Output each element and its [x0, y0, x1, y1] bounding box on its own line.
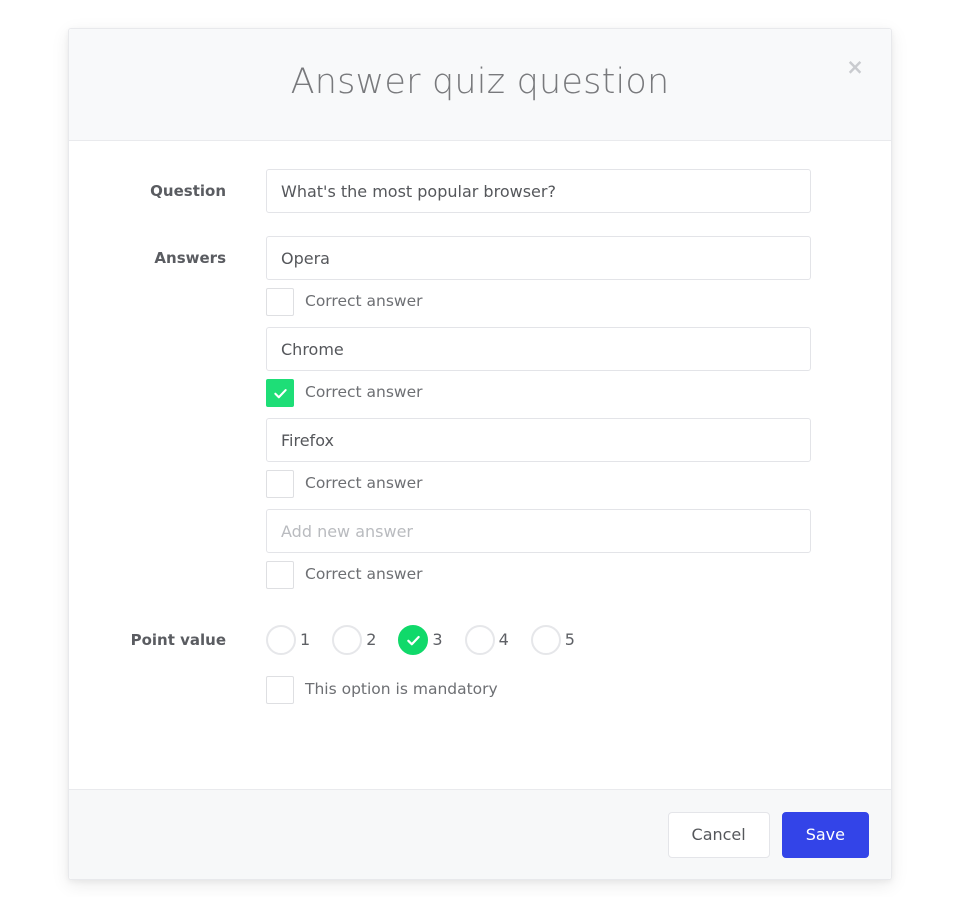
point-value-radio-group: 1 2 3 4 5: [266, 618, 850, 662]
mandatory-row[interactable]: This option is mandatory: [266, 676, 850, 704]
point-value-option-5[interactable]: 5: [530, 625, 575, 655]
answer-item: Correct answer: [266, 509, 850, 589]
question-row: Question: [69, 141, 891, 213]
correct-answer-label-4: Correct answer: [305, 565, 423, 584]
radio-icon-5[interactable]: [530, 625, 561, 655]
point-value-option-4[interactable]: 4: [464, 625, 509, 655]
correct-answer-row-2[interactable]: Correct answer: [266, 379, 850, 407]
correct-answer-checkbox-1[interactable]: [266, 288, 294, 316]
page-background: Answer quiz question × Question Answers: [0, 0, 960, 897]
save-button[interactable]: Save: [781, 811, 869, 858]
correct-answer-row-4[interactable]: Correct answer: [266, 561, 850, 589]
check-icon: [407, 635, 420, 645]
correct-answer-row-3[interactable]: Correct answer: [266, 470, 850, 498]
mandatory-label: This option is mandatory: [305, 680, 498, 699]
cancel-button[interactable]: Cancel: [667, 811, 770, 858]
question-control: [266, 169, 891, 213]
dialog-footer: Cancel Save: [69, 789, 891, 879]
point-value-row: Point value 1 2 3 4 5 This option is man…: [69, 589, 891, 704]
correct-answer-checkbox-3[interactable]: [266, 470, 294, 498]
correct-answer-checkbox-4[interactable]: [266, 561, 294, 589]
answer-item: Correct answer: [266, 236, 850, 316]
close-icon[interactable]: ×: [841, 53, 869, 81]
answer-quiz-question-dialog: Answer quiz question × Question Answers: [68, 28, 892, 880]
answer-input-3[interactable]: [266, 418, 811, 462]
answer-item: Correct answer: [266, 327, 850, 407]
point-value-option-label-5: 5: [564, 630, 575, 649]
dialog-body: Question Answers: [69, 141, 891, 789]
question-input[interactable]: [266, 169, 811, 213]
check-icon: [273, 388, 287, 398]
point-value-option-2[interactable]: 2: [332, 625, 376, 655]
point-value-option-label-3: 3: [432, 630, 443, 649]
dialog-header: Answer quiz question ×: [69, 29, 891, 141]
correct-answer-label-1: Correct answer: [305, 292, 423, 311]
radio-icon-1[interactable]: [266, 625, 296, 655]
point-value-option-1[interactable]: 1: [266, 625, 310, 655]
radio-icon-3[interactable]: [398, 625, 429, 655]
point-value-option-label-4: 4: [498, 630, 509, 649]
answers-row: Answers Correct answer: [69, 213, 891, 589]
radio-icon-2[interactable]: [332, 625, 363, 655]
radio-icon-4[interactable]: [464, 625, 495, 655]
answers-control: Correct answer Correct answer: [266, 236, 891, 589]
correct-answer-row-1[interactable]: Correct answer: [266, 288, 850, 316]
add-new-answer-input[interactable]: [266, 509, 811, 553]
correct-answer-label-2: Correct answer: [305, 383, 423, 402]
point-value-option-label-2: 2: [366, 630, 377, 649]
point-value-option-3[interactable]: 3: [398, 625, 443, 655]
answer-item: Correct answer: [266, 418, 850, 498]
point-value-control: 1 2 3 4 5 This option is mandatory: [266, 618, 891, 704]
page-title: Answer quiz question: [290, 62, 670, 102]
question-label: Question: [150, 182, 226, 200]
point-value-option-label-1: 1: [300, 630, 311, 649]
answers-label: Answers: [154, 249, 226, 267]
answer-input-2[interactable]: [266, 327, 811, 371]
correct-answer-checkbox-2[interactable]: [266, 379, 294, 407]
answer-input-1[interactable]: [266, 236, 811, 280]
point-value-label: Point value: [130, 631, 226, 649]
correct-answer-label-3: Correct answer: [305, 474, 423, 493]
mandatory-checkbox[interactable]: [266, 676, 294, 704]
